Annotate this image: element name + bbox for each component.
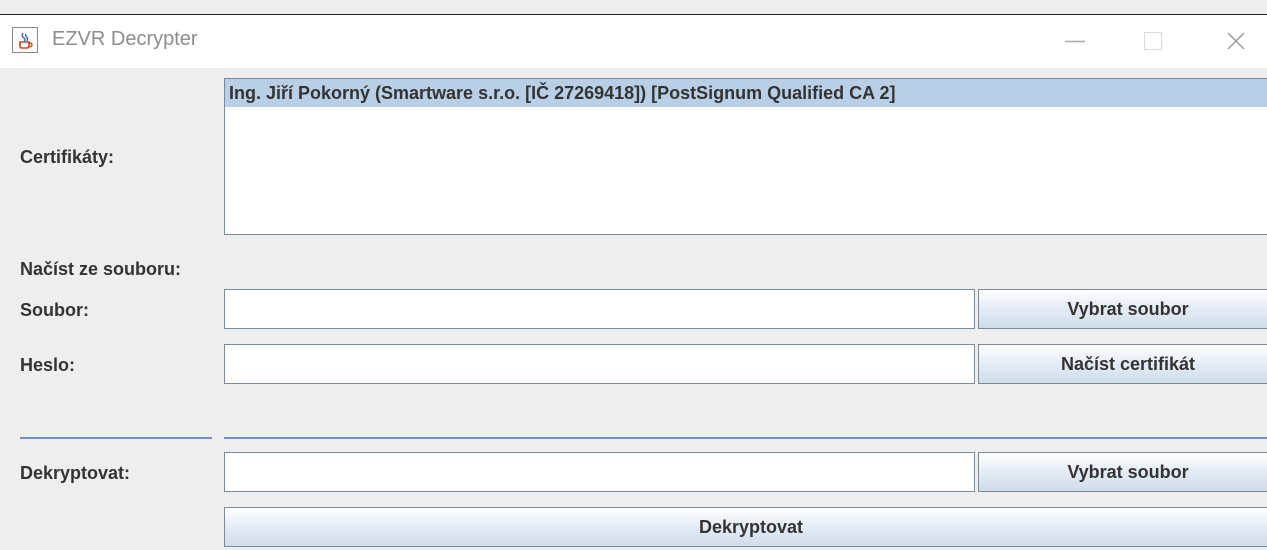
decrypt-label: Dekryptovat:: [20, 463, 131, 483]
certificates-list[interactable]: Ing. Jiří Pokorný (Smartware s.r.o. [IČ …: [224, 78, 1267, 235]
window-title: EZVR Decrypter: [52, 28, 198, 50]
decrypt-select-file-button[interactable]: Vybrat soubor: [978, 452, 1267, 492]
minimize-icon[interactable]: [1055, 21, 1095, 61]
select-file-button[interactable]: Vybrat soubor: [978, 289, 1267, 329]
decrypt-file-input[interactable]: [224, 452, 975, 492]
certificate-item[interactable]: Ing. Jiří Pokorný (Smartware s.r.o. [IČ …: [225, 79, 1267, 107]
file-input[interactable]: [224, 289, 975, 329]
close-icon[interactable]: [1216, 21, 1256, 61]
certificates-label: Certifikáty:: [20, 147, 115, 167]
maximize-icon[interactable]: [1133, 21, 1173, 61]
load-certificate-button[interactable]: Načíst certifikát: [978, 344, 1267, 384]
separator-left: [20, 437, 212, 439]
password-input[interactable]: [224, 344, 975, 384]
main-panel: Certifikáty: Ing. Jiří Pokorný (Smartwar…: [0, 68, 1267, 550]
java-cup-icon[interactable]: [12, 27, 38, 53]
title-bar: EZVR Decrypter: [0, 14, 1267, 68]
separator-right: [224, 437, 1267, 439]
password-label: Heslo:: [20, 355, 76, 375]
decrypt-button[interactable]: Dekryptovat: [224, 507, 1267, 547]
load-from-file-label: Načíst ze souboru:: [20, 259, 182, 279]
file-label: Soubor:: [20, 300, 89, 320]
